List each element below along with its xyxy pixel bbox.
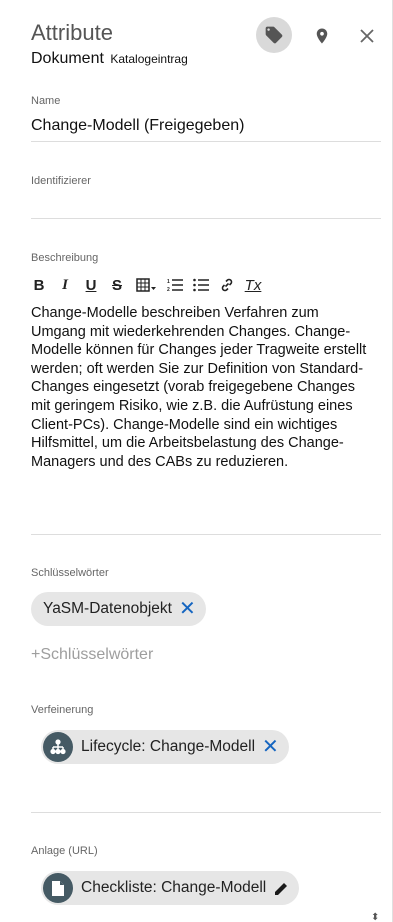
remove-refinement-icon[interactable]: ✕ (262, 737, 279, 757)
bold-button[interactable]: B (31, 276, 47, 294)
svg-text:1: 1 (167, 279, 170, 285)
document-icon (43, 873, 73, 903)
bullet-list-button[interactable] (193, 276, 209, 294)
link-icon (221, 278, 233, 292)
link-button[interactable] (219, 276, 235, 294)
name-field[interactable]: Name Change-Modell (Freigegeben) (31, 95, 381, 135)
subtype-label: Katalogeintrag (110, 52, 188, 66)
keyword-chips: YaSM-Datenobjekt ✕ (31, 592, 381, 626)
attachment-chip[interactable]: Checkliste: Change-Modell (41, 871, 300, 905)
name-value[interactable]: Change-Modell (Freigegeben) (31, 117, 381, 135)
attributes-panel: Attribute Dokument Katalogeintrag Name C… (0, 0, 393, 922)
tag-button[interactable] (256, 17, 292, 53)
description-divider (31, 534, 381, 535)
attachment-chip-label: Checkliste: Change-Modell (81, 879, 267, 896)
rich-text-toolbar: B I U S 12 Tx (31, 274, 381, 296)
add-keyword-input[interactable]: +Schlüsselwörter (31, 646, 381, 664)
table-icon (136, 278, 156, 292)
object-type: Dokument Katalogeintrag (31, 50, 188, 68)
name-divider (31, 141, 381, 142)
refinement-chip[interactable]: Lifecycle: Change-Modell ✕ (41, 730, 289, 764)
attachment-field: Anlage (URL) Checkliste: Change-Modell (31, 845, 381, 905)
type-label: Dokument (31, 50, 104, 67)
close-button[interactable] (351, 20, 383, 52)
panel-title: Attribute (31, 20, 113, 45)
remove-keyword-icon[interactable]: ✕ (179, 599, 196, 619)
tag-icon (265, 26, 283, 44)
refinement-chip-label: Lifecycle: Change-Modell (81, 738, 256, 755)
clear-format-button[interactable]: Tx (245, 276, 262, 294)
attachment-chips: Checkliste: Change-Modell (31, 871, 381, 905)
refinement-field: Verfeinerung Lifecycle: Change-Modell ✕ (31, 704, 381, 764)
location-button[interactable] (306, 20, 338, 52)
refinement-label: Verfeinerung (31, 704, 94, 716)
bullet-list-icon (193, 278, 209, 292)
strikethrough-button[interactable]: S (109, 276, 125, 294)
resize-handle-icon[interactable]: ⬍ (371, 912, 379, 922)
keyword-chip-label: YaSM-Datenobjekt (43, 600, 172, 617)
italic-button[interactable]: I (57, 276, 73, 294)
map-marker-icon (316, 28, 328, 44)
name-label: Name (31, 95, 61, 107)
table-button[interactable] (135, 276, 157, 294)
hierarchy-icon (43, 732, 73, 762)
description-field[interactable]: Beschreibung B I U S 12 Tx Change-Modell… (31, 252, 381, 471)
keyword-chip[interactable]: YaSM-Datenobjekt ✕ (31, 592, 206, 626)
identifier-label: Identifizierer (31, 175, 91, 187)
ordered-list-button[interactable]: 12 (167, 276, 183, 294)
edit-attachment-icon[interactable] (274, 881, 289, 896)
svg-text:2: 2 (167, 287, 170, 292)
attachment-label: Anlage (URL) (31, 845, 98, 857)
identifier-field[interactable]: Identifizierer (31, 175, 381, 215)
close-icon (360, 29, 374, 43)
keywords-field: Schlüsselwörter YaSM-Datenobjekt ✕ +Schl… (31, 567, 381, 664)
ordered-list-icon: 12 (167, 279, 183, 292)
identifier-value[interactable] (31, 197, 381, 215)
identifier-divider (31, 218, 381, 219)
refinement-chips: Lifecycle: Change-Modell ✕ (31, 730, 381, 764)
underline-button[interactable]: U (83, 276, 99, 294)
description-label: Beschreibung (31, 252, 99, 264)
keywords-label: Schlüsselwörter (31, 567, 109, 579)
panel-header: Attribute Dokument Katalogeintrag (31, 17, 383, 70)
description-text[interactable]: Change-Modelle beschreiben Verfahren zum… (31, 304, 376, 471)
refinement-divider (31, 812, 381, 813)
